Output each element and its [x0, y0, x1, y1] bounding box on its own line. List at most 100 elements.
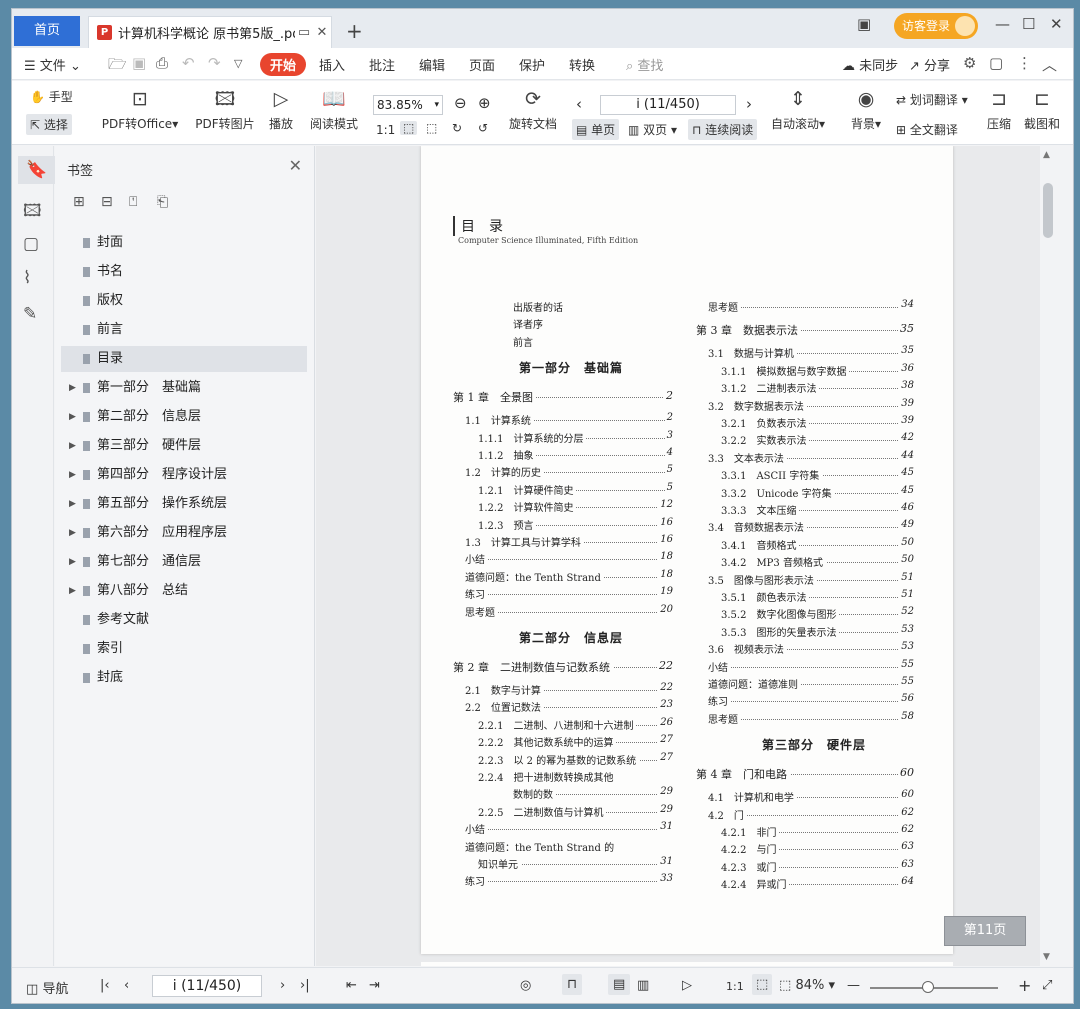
menu-protect[interactable]: 保护	[519, 55, 545, 74]
bookmark-item[interactable]: 封底	[61, 665, 307, 691]
bookmark-item[interactable]: 前言	[61, 317, 307, 343]
rotate-left-icon[interactable]: ↻	[452, 121, 462, 135]
toc-entry[interactable]: 2.2.4 把十进制数转换成其他	[478, 769, 673, 784]
background-button[interactable]: ◉ 背景▾	[845, 87, 887, 132]
toc-entry[interactable]: 4.2.4 异或门 64	[721, 876, 914, 892]
toc-entry[interactable]: 3.3.3 文本压缩 46	[721, 502, 914, 517]
status-play-icon[interactable]: ▷	[682, 978, 692, 993]
close-panel-icon[interactable]: ✕	[289, 156, 302, 175]
more-dropdown-icon[interactable]: ▽	[234, 57, 242, 70]
status-fit-page-icon[interactable]: ⬚	[752, 974, 773, 995]
monitor-icon[interactable]: ▭	[295, 25, 313, 40]
navigation-toggle[interactable]: ◫ 导航	[26, 978, 68, 997]
settings-icon[interactable]: ⚙	[963, 54, 976, 72]
maximize-button[interactable]: ☐	[1022, 15, 1035, 33]
toc-entry[interactable]: 4.2.3 或门 63	[721, 858, 914, 874]
print-icon[interactable]: ⎙	[156, 54, 168, 72]
menu-annotate[interactable]: 批注	[369, 55, 395, 74]
bookmark-plus-icon[interactable]: ⍞	[129, 194, 137, 210]
expand-arrow-icon[interactable]: ▶	[69, 404, 76, 430]
redo-icon[interactable]: ↷	[208, 54, 221, 72]
toc-entry[interactable]: 3.2 数字数据表示法 39	[708, 397, 914, 413]
scroll-thumb[interactable]	[1043, 183, 1053, 238]
save-icon[interactable]: ▣	[132, 54, 146, 72]
status-prev-page-icon[interactable]: ‹	[124, 978, 129, 993]
toc-entry[interactable]: 3.2.1 负数表示法 39	[721, 415, 914, 430]
toc-entry[interactable]: 前言	[513, 334, 673, 349]
page-input[interactable]: i (11/450)	[600, 95, 736, 115]
back-icon[interactable]: ⇤	[346, 978, 357, 993]
next-page-icon[interactable]: ›	[746, 95, 752, 113]
menu-file[interactable]: ☰ 文件 ⌄	[24, 55, 81, 74]
open-folder-icon[interactable]: 🗁	[108, 54, 127, 79]
bookmark-item[interactable]: 版权	[61, 288, 307, 314]
search-button[interactable]: ⌕ 查找	[626, 55, 663, 74]
toc-entry[interactable]: 1.2.3 预言 16	[478, 516, 673, 532]
bookmark-item[interactable]: 索引	[61, 636, 307, 662]
hand-tool[interactable]: ✋ 手型	[30, 88, 73, 105]
toc-entry[interactable]: 3.5.3 图形的矢量表示法 53	[721, 623, 914, 639]
toc-entry[interactable]: 1.1 计算系统 2	[465, 412, 673, 428]
continuous-mode-icon[interactable]: ⊓	[562, 974, 583, 995]
toc-entry[interactable]: 2.2 位置记数法 23	[465, 699, 673, 715]
toc-entry[interactable]: 3.1 数据与计算机 35	[708, 345, 914, 361]
toc-entry[interactable]: 3.4 音频数据表示法 49	[708, 519, 914, 535]
fit-width-icon[interactable]: ⬚	[426, 121, 437, 135]
compress-button[interactable]: ⊐ 压缩	[984, 87, 1014, 132]
toc-entry[interactable]: 小结 55	[708, 658, 914, 674]
toc-entry[interactable]: 3.5.1 颜色表示法 51	[721, 589, 914, 604]
toc-entry[interactable]: 3.4.2 MP3 音频格式 50	[721, 554, 914, 570]
double-page-button[interactable]: ▥ 双页 ▾	[628, 121, 677, 138]
pdf-to-image-button[interactable]: 🖾 PDF转图片	[192, 87, 258, 132]
menu-start[interactable]: 开始	[260, 53, 307, 76]
play-button[interactable]: ▷ 播放	[264, 87, 298, 132]
zoom-in-icon[interactable]: ⊕	[478, 94, 491, 112]
toc-entry[interactable]: 1.2 计算的历史 5	[465, 464, 673, 480]
thumbnail-icon[interactable]: 🖾	[23, 198, 42, 227]
menu-page[interactable]: 页面	[469, 55, 495, 74]
window-number-icon[interactable]: ▣	[857, 15, 871, 33]
toc-entry[interactable]: 第 2 章 二进制数值与记数系统 22	[453, 659, 673, 675]
new-tab-button[interactable]: +	[346, 19, 363, 43]
attachment-icon[interactable]: ⌇	[23, 268, 31, 288]
expand-arrow-icon[interactable]: ▶	[69, 433, 76, 459]
double-mode-icon[interactable]: ▥	[637, 978, 649, 993]
status-page-input[interactable]: i (11/450)	[152, 975, 262, 997]
bookmark-item[interactable]: 封面	[61, 230, 307, 256]
zoom-slider-handle[interactable]	[922, 981, 934, 993]
toc-entry[interactable]: 3.3 文本表示法 44	[708, 449, 914, 465]
expand-arrow-icon[interactable]: ▶	[69, 491, 76, 517]
toc-entry[interactable]: 3.1.2 二进制表示法 38	[721, 380, 914, 396]
bookmark-item[interactable]: 目录	[61, 346, 307, 372]
toc-entry[interactable]: 2.2.3 以 2 的幂为基数的记数系统 27	[478, 751, 673, 767]
toc-entry[interactable]: 小结 18	[465, 551, 673, 567]
rotate-right-icon[interactable]: ↺	[478, 121, 488, 135]
toc-entry[interactable]: 1.1.2 抽象 4	[478, 447, 673, 462]
bookmark-item[interactable]: ▶ 第七部分 通信层	[61, 549, 307, 575]
zoom-out-icon[interactable]: ⊖	[454, 94, 467, 112]
toc-entry[interactable]: 1.2.1 计算硬件简史 5	[478, 481, 673, 497]
comment-panel-icon[interactable]: ▢	[23, 234, 39, 254]
forward-icon[interactable]: ⇥	[369, 978, 380, 993]
toc-entry[interactable]: 4.2 门 62	[708, 806, 914, 822]
expand-arrow-icon[interactable]: ▶	[69, 520, 76, 546]
sync-button[interactable]: ☁ 未同步	[842, 55, 898, 74]
zoom-slider[interactable]	[870, 987, 998, 989]
undo-icon[interactable]: ↶	[182, 54, 195, 72]
last-page-icon[interactable]: ›|	[300, 978, 310, 993]
toc-entry[interactable]: 练习 33	[465, 873, 673, 889]
bookmark-item[interactable]: ▶ 第一部分 基础篇	[61, 375, 307, 401]
login-button[interactable]: 访客登录	[894, 13, 978, 39]
rotate-document-button[interactable]: ⟳ 旋转文档	[505, 87, 561, 132]
toc-entry[interactable]: 2.2.5 二进制数值与计算机 29	[478, 803, 673, 819]
comment-icon[interactable]: ▢	[989, 54, 1003, 72]
expand-arrow-icon[interactable]: ▶	[69, 578, 76, 604]
toc-entry[interactable]: 第 4 章 门和电路 60	[696, 766, 914, 782]
toc-entry[interactable]: 道德问题：道德准则 55	[708, 676, 914, 691]
eye-protection-icon[interactable]: ◎	[520, 978, 531, 993]
actual-size-icon[interactable]: 1:1	[376, 123, 395, 137]
document-tab[interactable]: P 计算机科学概论 原书第5版_.pdf ▭ ✕	[88, 16, 332, 48]
auto-scroll-button[interactable]: ⇕ 自动滚动▾	[768, 87, 828, 132]
single-mode-icon[interactable]: ▤	[608, 974, 631, 995]
menu-insert[interactable]: 插入	[319, 55, 345, 74]
